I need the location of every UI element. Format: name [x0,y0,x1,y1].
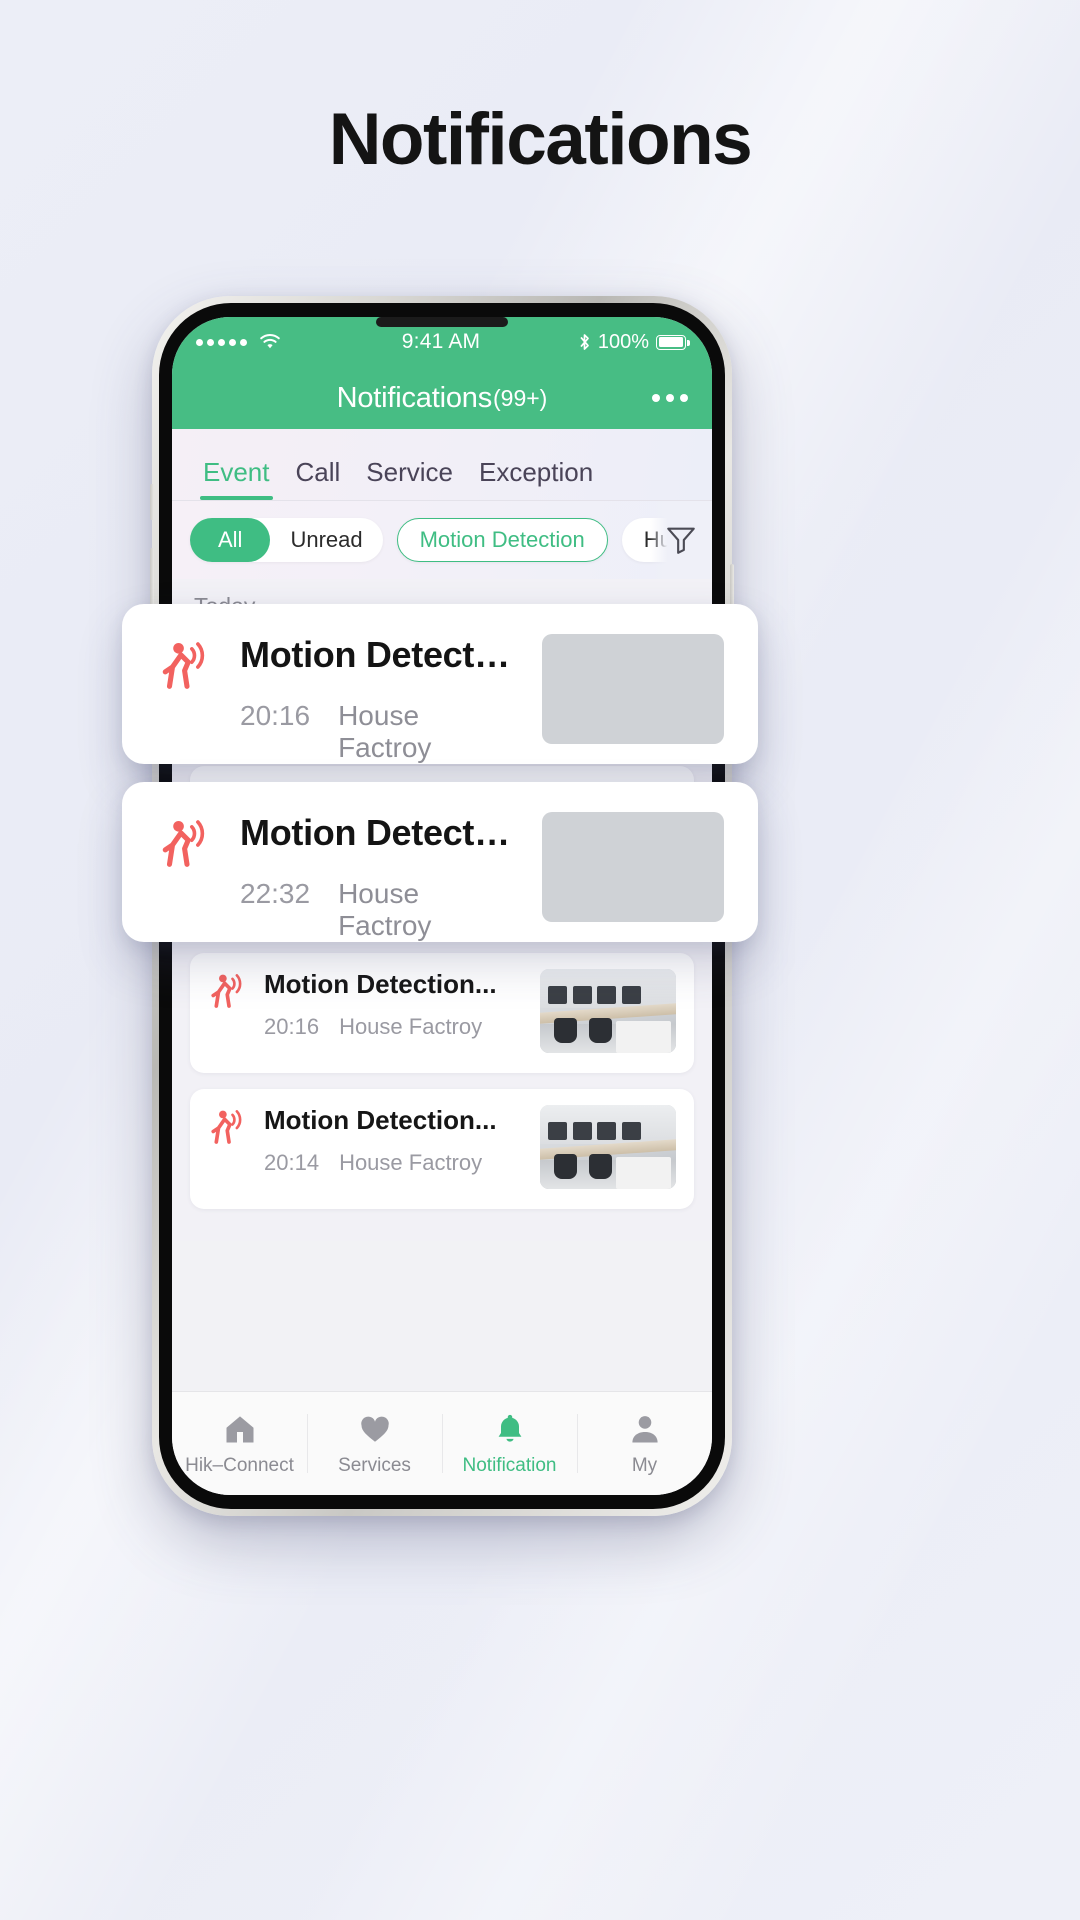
motion-detection-icon [211,1110,242,1144]
battery-full-icon [656,334,690,350]
floating-card-meta: 20:16 House Factroy [240,700,518,764]
app-title: Notifications [336,381,493,414]
segment-all[interactable]: All [190,518,271,562]
status-bar-time: 9:41 AM [401,330,481,353]
list-item-device: House Factroy [339,1014,483,1039]
motion-detection-icon [211,974,242,1008]
motion-detection-icon [162,642,205,689]
floating-card-text: Motion Detection... 22:32 House Factroy [240,812,518,942]
list-item-body: Motion Detection... 20:16 House Factroy [208,969,676,1053]
list-item-title: Motion Detection... [264,969,497,999]
tab-event[interactable]: Event [190,457,283,500]
list-item[interactable]: Motion Detection... 20:16 House Factroy [190,953,694,1073]
bottom-tab-label: My [631,1454,658,1476]
tab-service[interactable]: Service [353,457,466,500]
category-tabs: Event Call Service Exception [172,429,712,501]
floating-card-device: House Factroy [338,700,432,763]
status-bar-right: 100% [480,330,690,354]
bluetooth-icon [580,334,589,350]
bottom-tab-services[interactable]: Services [307,1392,442,1495]
motion-detection-icon [162,820,205,867]
floating-card-body: Motion Detection... 20:16 House Factroy [158,634,724,763]
floating-card-text: Motion Detection... 20:16 House Factroy [240,634,518,764]
list-item-thumbnail[interactable] [540,1105,676,1189]
list-item-time: 20:16 [264,1014,320,1039]
list-item[interactable]: Motion Detection... 20:14 House Factroy [190,1089,694,1209]
floating-card-body: Motion Detection... 22:32 House Factroy [158,812,724,941]
floating-card-thumbnail[interactable] [542,634,724,744]
floating-card-meta: 22:32 House Factroy [240,878,518,942]
person-icon [631,1415,658,1442]
bottom-tab-label: Notification [462,1454,557,1476]
heart-icon [360,1416,389,1442]
tab-call[interactable]: Call [283,457,354,500]
notification-count-badge: (99+) [493,384,548,411]
filter-button[interactable] [650,501,712,579]
list-item-meta: 20:14 House Factroy [264,1150,526,1176]
list-item-meta: 20:16 House Factroy [264,1014,526,1040]
list-item-text: Motion Detection... 20:14 House Factroy [264,1105,526,1176]
read-state-segmented-control: All Unread [190,518,383,562]
list-item-text: Motion Detection... 20:16 House Factroy [264,969,526,1040]
floating-notification-card[interactable]: Motion Detection... 20:16 House Factroy [122,604,758,764]
floating-card-title: Motion Detection... [240,634,518,675]
list-item-time: 20:14 [264,1150,320,1175]
filter-chips-row: All Unread Motion Detection Human Detect… [172,501,712,579]
home-icon [226,1415,253,1442]
list-item-thumbnail[interactable] [540,969,676,1053]
segment-unread[interactable]: Unread [270,518,382,562]
battery-percent-label: 100% [597,330,650,353]
floating-card-time: 22:32 [240,878,311,909]
bottom-tab-my[interactable]: My [577,1392,712,1495]
bottom-tab-notification[interactable]: Notification [442,1392,577,1495]
floating-notification-card[interactable]: Motion Detection... 22:32 House Factroy [122,782,758,942]
phone-volume-up-button [150,548,154,610]
chip-motion-detection[interactable]: Motion Detection [396,518,608,562]
bottom-tab-label: Services [338,1454,411,1476]
list-item-body: Motion Detection... 20:14 House Factroy [208,1105,676,1189]
list-item-title: Motion Detection... [264,1105,497,1135]
status-bar-left [196,333,402,351]
phone-earpiece [376,317,508,327]
floating-card-device: House Factroy [338,878,432,941]
phone-mute-switch [150,484,154,520]
list-item-device: House Factroy [339,1150,483,1175]
wifi-icon [260,334,280,349]
more-dots-icon[interactable] [652,394,688,402]
app-header: Notifications (99+) [172,367,712,429]
funnel-filter-icon [667,527,695,554]
floating-card-time: 20:16 [240,700,311,731]
bottom-tab-label: Hik–Connect [185,1454,294,1476]
bottom-tab-bar: Hik–Connect Services Notification My [172,1391,712,1495]
tab-exception[interactable]: Exception [466,457,606,500]
bell-icon [498,1414,521,1442]
floating-card-title: Motion Detection... [240,812,518,853]
bottom-tab-hik-connect[interactable]: Hik–Connect [172,1392,307,1495]
signal-dots-icon [196,338,247,346]
floating-card-thumbnail[interactable] [542,812,724,922]
page-title: Notifications [328,99,753,180]
